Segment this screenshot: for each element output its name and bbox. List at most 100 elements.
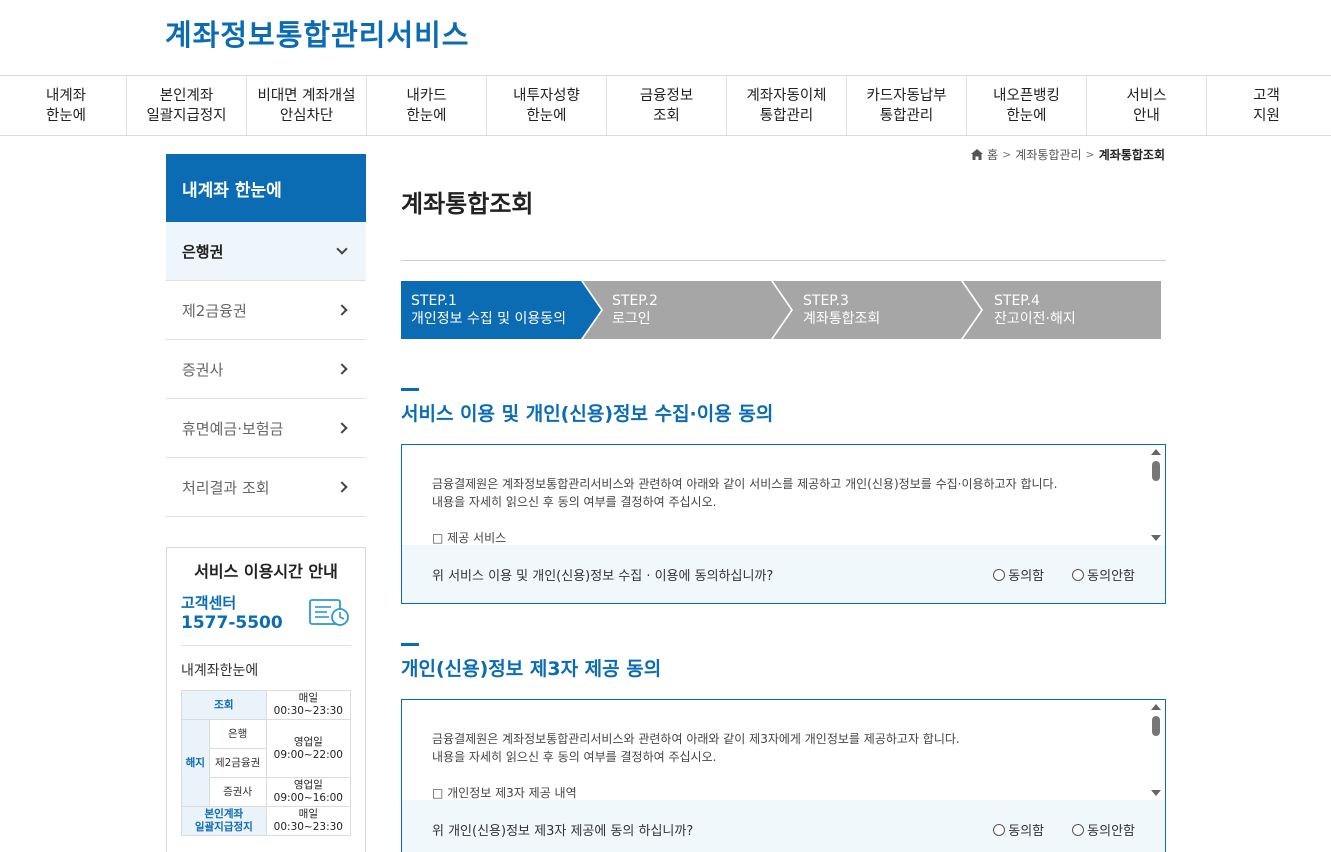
sidebar-item-dormant[interactable]: 휴면예금·보험금 [166, 399, 366, 458]
scroll-up-icon[interactable] [1151, 449, 1161, 455]
gnb-item-payment-stop[interactable]: 본인계좌 일괄지급정지 [126, 76, 246, 135]
chevron-down-icon [336, 243, 348, 255]
row-label-bank: 은행 [208, 719, 267, 749]
agree-label: 동의함 [1008, 824, 1045, 839]
consent-question: 위 개인(신용)정보 제3자 제공에 동의 하십니까? [432, 823, 694, 839]
consent-line: 금융결제원은 계좌정보통합관리서비스와 관련하여 아래와 같이 서비스를 제공하… [432, 477, 1058, 491]
radio-circle-icon[interactable] [1072, 823, 1085, 836]
sidebar-item-label: 증권사 [182, 360, 224, 379]
site-header: 계좌정보통합관리서비스 [0, 0, 1331, 76]
gnb-item-service-guide[interactable]: 서비스 안내 [1086, 76, 1206, 135]
sidebar-item-label: 휴면예금·보험금 [182, 419, 284, 438]
time-payment-stop: 매일 00:30~23:30 [265, 806, 352, 836]
gnb-item-my-accounts[interactable]: 내계좌 한눈에 [6, 76, 126, 135]
consent-radio-group: 동의함 동의안함 [993, 820, 1135, 839]
gnb-item-open-banking[interactable]: 내오픈뱅킹 한눈에 [966, 76, 1086, 135]
step-1-label: 개인정보 수집 및 이용동의 [411, 311, 567, 327]
row-label-cancel: 해지 [181, 719, 210, 807]
step-1: STEP.1 개인정보 수집 및 이용동의 [401, 281, 566, 339]
consent-question-row: 위 서비스 이용 및 개인(신용)정보 수집 · 이용에 동의하십니까? 동의함… [402, 545, 1165, 603]
global-nav: 내계좌 한눈에 본인계좌 일괄지급정지 비대면 계좌개설 안심차단 내카드 한눈… [0, 76, 1331, 136]
row-label-second-tier: 제2금융권 [208, 748, 267, 778]
gnb-item-card-autopay[interactable]: 카드자동납부 통합관리 [846, 76, 966, 135]
scroll-thumb[interactable] [1152, 461, 1160, 481]
consent-radio-group: 동의함 동의안함 [993, 565, 1135, 584]
chevron-right-icon [336, 304, 348, 316]
consent-line: 내용을 자세히 읽으신 후 동의 여부를 결정하여 주십시오. [432, 495, 717, 509]
scroll-thumb[interactable] [1152, 716, 1160, 736]
time-securities: 영업일 09:00~16:00 [265, 777, 352, 807]
schedule-icon [309, 599, 349, 626]
consent-text[interactable]: 금융결제원은 계좌정보통합관리서비스와 관련하여 아래와 같이 서비스를 제공하… [432, 475, 1125, 547]
agree-radio[interactable]: 동의함 [993, 565, 1044, 584]
scroll-down-icon[interactable] [1151, 535, 1161, 541]
gnb-item-my-cards[interactable]: 내카드 한눈에 [366, 76, 486, 135]
sidebar-item-securities[interactable]: 증권사 [166, 340, 366, 399]
agree-radio[interactable]: 동의함 [993, 820, 1044, 839]
row-label-payment-stop: 본인계좌 일괄지급정지 [181, 806, 267, 836]
scrollbar[interactable] [1151, 702, 1161, 798]
page-title: 계좌통합조회 [401, 184, 1166, 261]
row-label-securities: 증권사 [208, 777, 267, 807]
gnb-item-auto-transfer[interactable]: 계좌자동이체 통합관리 [726, 76, 846, 135]
sidebar-item-banks[interactable]: 은행권 [166, 222, 366, 281]
step-1-num: STEP.1 [411, 293, 457, 309]
sidebar-item-label: 처리결과 조회 [182, 478, 270, 497]
gnb-item-invest-profile[interactable]: 내투자성향 한눈에 [486, 76, 606, 135]
scrollbar[interactable] [1151, 447, 1161, 543]
time-business: 영업일 09:00~22:00 [265, 719, 352, 778]
site-title[interactable]: 계좌정보통합관리서비스 [165, 12, 469, 54]
consent-line: 내용을 자세히 읽으신 후 동의 여부를 결정하여 주십시오. [432, 750, 717, 764]
service-hours-subtitle: 내계좌한눈에 [181, 663, 259, 679]
section-accent-bar [401, 388, 419, 391]
chevron-right-icon [336, 481, 348, 493]
radio-circle-icon[interactable] [1072, 568, 1085, 581]
step-3: STEP.3 계좌통합조회 [793, 281, 880, 339]
step-2: STEP.2 로그인 [602, 281, 658, 339]
radio-circle-icon[interactable] [993, 568, 1006, 581]
disagree-label: 동의안함 [1087, 569, 1135, 584]
disagree-label: 동의안함 [1087, 824, 1135, 839]
radio-circle-icon[interactable] [993, 823, 1006, 836]
section-consent-collect: 서비스 이용 및 개인(신용)정보 수집·이용 동의 [401, 388, 1166, 426]
section-title: 개인(신용)정보 제3자 제공 동의 [401, 658, 662, 680]
chevron-right-icon [336, 363, 348, 375]
section-consent-third-party: 개인(신용)정보 제3자 제공 동의 [401, 643, 1166, 681]
consent-question: 위 서비스 이용 및 개인(신용)정보 수집 · 이용에 동의하십니까? [432, 568, 774, 584]
gnb-item-financial-info[interactable]: 금융정보 조회 [606, 76, 726, 135]
section-title: 서비스 이용 및 개인(신용)정보 수집·이용 동의 [401, 403, 774, 425]
sidebar-item-second-tier[interactable]: 제2금융권 [166, 281, 366, 340]
gnb-item-nonface-block[interactable]: 비대면 계좌개설 안심차단 [246, 76, 366, 135]
sidebar-title: 내계좌 한눈에 [166, 154, 366, 222]
step-4-label: 잔고이전·해지 [994, 311, 1076, 327]
service-hours-title: 서비스 이용시간 안내 [194, 562, 338, 581]
main-content: 계좌통합조회 STEP.1 개인정보 수집 및 이용동의 STEP.2 로그인 … [401, 154, 1166, 852]
divider [181, 645, 351, 646]
step-2-num: STEP.2 [612, 293, 658, 309]
consent-box-third-party: 금융결제원은 계좌정보통합관리서비스와 관련하여 아래와 같이 제3자에게 개인… [401, 699, 1166, 852]
chevron-right-icon [336, 422, 348, 434]
step-3-num: STEP.3 [803, 293, 849, 309]
step-indicator: STEP.1 개인정보 수집 및 이용동의 STEP.2 로그인 STEP.3 … [401, 281, 1161, 339]
consent-question-row: 위 개인(신용)정보 제3자 제공에 동의 하십니까? 동의함 동의안함 [402, 800, 1165, 852]
service-hours-box: 서비스 이용시간 안내 고객센터 1577-5500 내계좌한눈에 조회 매일 … [166, 547, 366, 852]
consent-line: 금융결제원은 계좌정보통합관리서비스와 관련하여 아래와 같이 제3자에게 개인… [432, 732, 960, 746]
disagree-radio[interactable]: 동의안함 [1072, 820, 1135, 839]
consent-text[interactable]: 금융결제원은 계좌정보통합관리서비스와 관련하여 아래와 같이 제3자에게 개인… [432, 730, 1125, 802]
step-3-label: 계좌통합조회 [803, 311, 881, 327]
sidebar-item-label: 은행권 [182, 242, 224, 261]
service-hours-table: 조회 매일 00:30~23:30 해지 은행 영업일 09:00~22:00 … [181, 690, 352, 836]
row-label-inquiry: 조회 [181, 690, 267, 720]
gnb-item-customer-support[interactable]: 고객 지원 [1206, 76, 1326, 135]
disagree-radio[interactable]: 동의안함 [1072, 565, 1135, 584]
scroll-down-icon[interactable] [1151, 790, 1161, 796]
step-4-num: STEP.4 [994, 293, 1040, 309]
sidebar-item-label: 제2금융권 [182, 301, 247, 320]
section-accent-bar [401, 643, 419, 646]
scroll-up-icon[interactable] [1151, 704, 1161, 710]
step-4: STEP.4 잔고이전·해지 [984, 281, 1076, 339]
step-2-label: 로그인 [612, 311, 651, 327]
consent-box-collect: 금융결제원은 계좌정보통합관리서비스와 관련하여 아래와 같이 서비스를 제공하… [401, 444, 1166, 604]
sidebar-item-results[interactable]: 처리결과 조회 [166, 458, 366, 517]
sidebar: 내계좌 한눈에 은행권 제2금융권 증권사 휴면예금·보험금 처리결과 조회 [166, 154, 366, 517]
